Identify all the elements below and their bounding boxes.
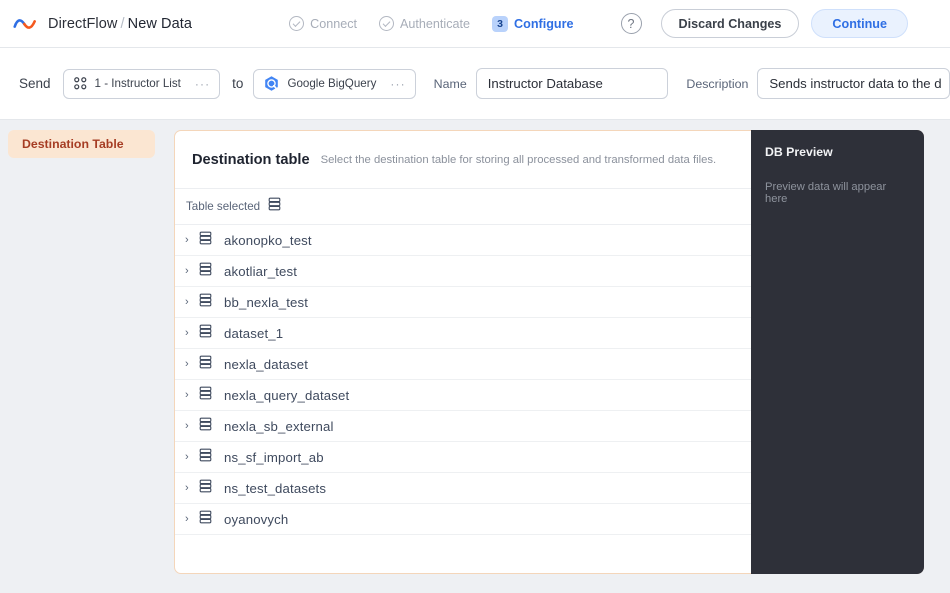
sidebar-item-destination-table[interactable]: Destination Table xyxy=(8,130,155,158)
database-icon xyxy=(199,262,212,281)
database-icon xyxy=(199,355,212,374)
breadcrumb-separator: / xyxy=(120,15,125,32)
destination-chip-label: Google BigQuery xyxy=(287,77,377,90)
database-icon xyxy=(199,448,212,467)
table-row-label: ns_sf_import_ab xyxy=(224,449,324,465)
card-title: Destination table xyxy=(192,151,310,168)
database-icon xyxy=(199,293,212,312)
check-circle-icon xyxy=(289,16,305,31)
chevron-right-icon[interactable]: › xyxy=(185,389,199,401)
database-icon xyxy=(199,510,212,529)
source-chip[interactable]: 1 - Instructor List ··· xyxy=(62,68,221,99)
to-label: to xyxy=(232,76,244,91)
chevron-right-icon[interactable]: › xyxy=(185,513,199,525)
step-configure[interactable]: 3 Configure xyxy=(492,15,574,32)
step-indicator: Connect Authenticate 3 Configure xyxy=(289,15,574,32)
database-icon xyxy=(199,417,212,436)
table-row-label: nexla_query_dataset xyxy=(224,387,350,403)
source-chip-menu-icon[interactable]: ··· xyxy=(195,77,210,91)
database-icon xyxy=(199,324,212,343)
brand[interactable]: DirectFlow / New Data xyxy=(13,14,192,34)
chevron-right-icon[interactable]: › xyxy=(185,482,199,494)
destination-chip[interactable]: Google BigQuery ··· xyxy=(253,68,416,99)
nexla-logo xyxy=(13,18,36,29)
database-icon xyxy=(268,197,281,216)
step-configure-label: Configure xyxy=(514,16,574,31)
destination-chip-menu-icon[interactable]: ··· xyxy=(390,77,405,91)
table-row-label: nexla_sb_external xyxy=(224,418,334,434)
check-circle-icon xyxy=(379,16,395,31)
name-label: Name xyxy=(433,76,467,91)
step-number-badge: 3 xyxy=(492,15,509,32)
db-preview-title: DB Preview xyxy=(765,145,833,159)
table-selected-label: Table selected xyxy=(186,200,261,213)
sidebar-item-label: Destination Table xyxy=(22,137,124,151)
app-name: DirectFlow xyxy=(48,15,118,32)
database-icon xyxy=(199,386,212,405)
database-icon xyxy=(199,231,212,250)
table-row-label: akonopko_test xyxy=(224,232,312,248)
discard-changes-button[interactable]: Discard Changes xyxy=(660,9,800,38)
chevron-right-icon[interactable]: › xyxy=(185,265,199,277)
grid-icon xyxy=(73,77,86,90)
continue-button[interactable]: Continue xyxy=(811,9,908,38)
card-subtitle: Select the destination table for storing… xyxy=(320,153,717,166)
database-icon xyxy=(199,479,212,498)
step-authenticate-label: Authenticate xyxy=(400,16,471,31)
table-row-label: akotliar_test xyxy=(224,263,298,279)
source-chip-label: 1 - Instructor List xyxy=(94,77,181,90)
help-icon[interactable]: ? xyxy=(620,13,642,34)
db-preview-empty-text: Preview data will appear here xyxy=(765,181,887,205)
step-authenticate[interactable]: Authenticate xyxy=(379,16,470,31)
table-row-label: nexla_dataset xyxy=(224,356,309,372)
db-preview-panel: DB Preview Preview data will appear here xyxy=(751,130,924,574)
chevron-right-icon[interactable]: › xyxy=(185,234,199,246)
chevron-right-icon[interactable]: › xyxy=(185,358,199,370)
description-input[interactable]: Sends instructor data to the d xyxy=(757,68,950,99)
chevron-right-icon[interactable]: › xyxy=(185,327,199,339)
chevron-right-icon[interactable]: › xyxy=(185,296,199,308)
chevron-right-icon[interactable]: › xyxy=(185,451,199,463)
step-connect-label: Connect xyxy=(310,16,358,31)
table-row-label: dataset_1 xyxy=(224,325,284,341)
send-label: Send xyxy=(19,76,51,91)
step-connect[interactable]: Connect xyxy=(289,16,357,31)
config-toolbar: Send 1 - Instructor List ··· to Google B… xyxy=(0,48,950,120)
app-header: DirectFlow / New Data Connect Authenticate… xyxy=(0,0,950,48)
description-label: Description xyxy=(686,76,749,91)
config-sidebar: Destination Table xyxy=(0,120,163,158)
table-row-label: oyanovych xyxy=(224,511,289,527)
bigquery-icon xyxy=(265,76,279,91)
breadcrumb: DirectFlow / New Data xyxy=(48,16,192,32)
page-title: New Data xyxy=(127,15,193,32)
name-input[interactable]: Instructor Database xyxy=(475,68,669,99)
table-row-label: bb_nexla_test xyxy=(224,294,309,310)
chevron-right-icon[interactable]: › xyxy=(185,420,199,432)
table-row-label: ns_test_datasets xyxy=(224,480,327,496)
